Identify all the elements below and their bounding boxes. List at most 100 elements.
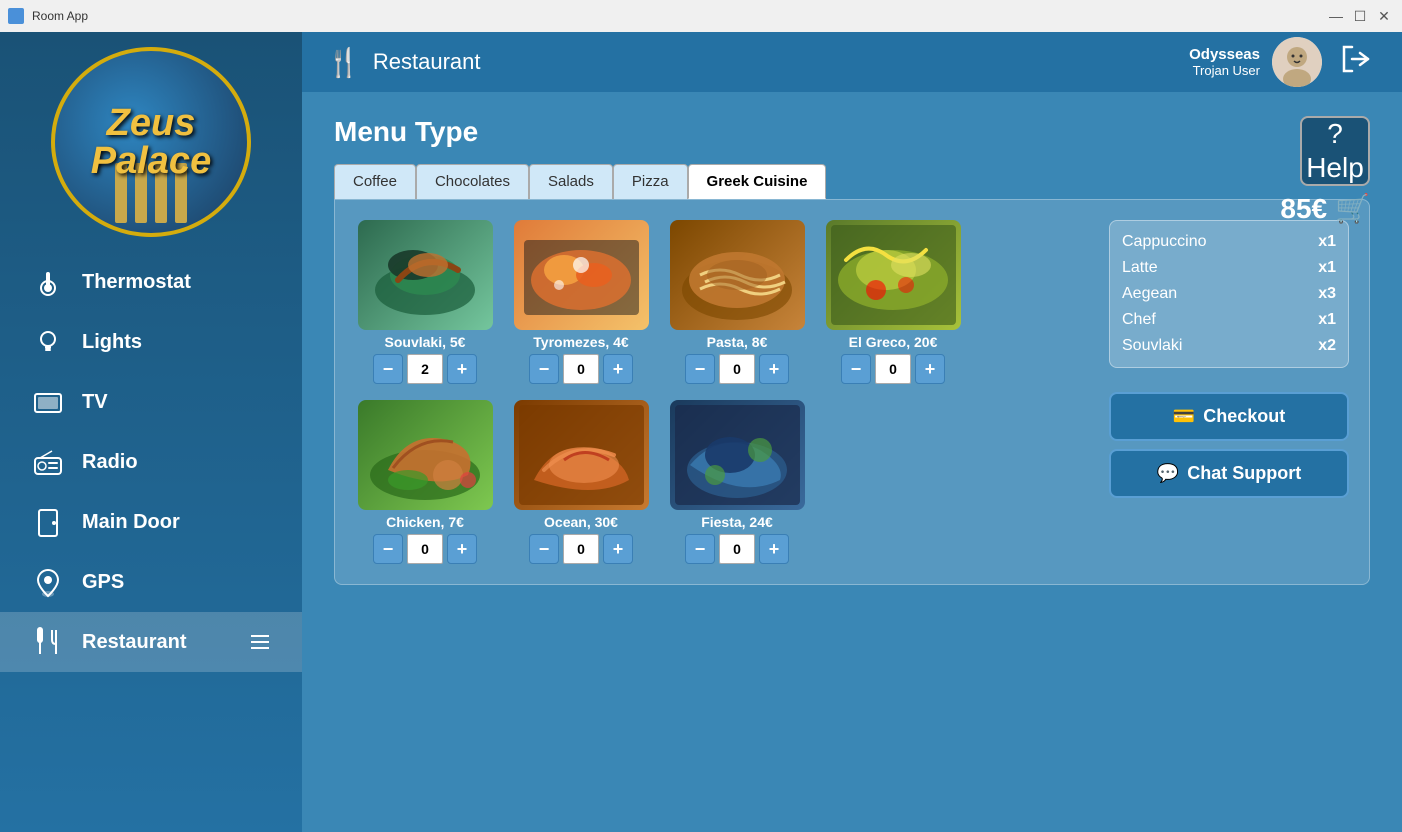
food-image-pasta xyxy=(670,220,805,330)
food-label-pasta: Pasta, 8€ xyxy=(707,334,768,350)
order-qty-souvlaki: x2 xyxy=(1318,337,1336,355)
menu-type-title: Menu Type xyxy=(334,116,1370,148)
food-item-elgreco: El Greco, 20€ − 0 + xyxy=(823,220,963,384)
food-item-tyromezes: Tyromezes, 4€ − 0 + xyxy=(511,220,651,384)
qty-decrease-chicken[interactable]: − xyxy=(373,534,403,564)
content-area: Menu Type ? Help 85€ 🛒 Coffee Chocolates… xyxy=(302,92,1402,832)
qty-control-chicken: − 0 + xyxy=(373,534,477,564)
help-button[interactable]: ? Help xyxy=(1300,116,1370,186)
qty-decrease-elgreco[interactable]: − xyxy=(841,354,871,384)
cart-total-value: 85€ xyxy=(1280,193,1327,225)
food-item-chicken: Chicken, 7€ − 0 + xyxy=(355,400,495,564)
tab-pizza[interactable]: Pizza xyxy=(613,164,688,199)
order-qty-aegean: x3 xyxy=(1318,285,1336,303)
sidebar-item-gps[interactable]: GPS xyxy=(0,552,302,612)
qty-increase-fiesta[interactable]: + xyxy=(759,534,789,564)
titlebar: Room App — ☐ ✕ xyxy=(0,0,1402,32)
sidebar-item-thermostat[interactable]: Thermostat xyxy=(0,252,302,312)
food-label-ocean: Ocean, 30€ xyxy=(544,514,618,530)
restaurant-icon xyxy=(30,624,66,660)
order-name-cappuccino: Cappuccino xyxy=(1122,233,1207,251)
food-image-chicken xyxy=(358,400,493,510)
sidebar: Zeus Palace Thermostat xyxy=(0,32,302,832)
checkout-button[interactable]: 💳 Checkout xyxy=(1109,392,1349,441)
user-info: Odysseas Trojan User xyxy=(1189,46,1260,78)
logo-area: Zeus Palace xyxy=(41,42,261,242)
thermostat-icon xyxy=(30,264,66,300)
restaurant-header-icon: 🍴 xyxy=(326,46,361,79)
tv-icon xyxy=(30,384,66,420)
cart-total: 85€ 🛒 xyxy=(1280,192,1370,225)
radio-icon xyxy=(30,444,66,480)
header-title: Restaurant xyxy=(373,49,481,75)
cart-icon: 🛒 xyxy=(1335,192,1370,225)
order-qty-cappuccino: x1 xyxy=(1318,233,1336,251)
close-button[interactable]: ✕ xyxy=(1374,6,1394,26)
qty-control-pasta: − 0 + xyxy=(685,354,789,384)
sidebar-item-tv[interactable]: TV xyxy=(0,372,302,432)
food-label-tyromezes: Tyromezes, 4€ xyxy=(533,334,628,350)
logo-circle: Zeus Palace xyxy=(51,47,251,237)
qty-decrease-pasta[interactable]: − xyxy=(685,354,715,384)
maindoor-icon xyxy=(30,504,66,540)
sidebar-item-radio[interactable]: Radio xyxy=(0,432,302,492)
qty-value-souvlaki: 2 xyxy=(407,354,443,384)
qty-increase-elgreco[interactable]: + xyxy=(915,354,945,384)
window-controls: — ☐ ✕ xyxy=(1326,6,1394,26)
food-image-ocean xyxy=(514,400,649,510)
order-qty-latte: x1 xyxy=(1318,259,1336,277)
user-name: Odysseas xyxy=(1189,46,1260,63)
sidebar-item-lights[interactable]: Lights xyxy=(0,312,302,372)
user-avatar xyxy=(1272,37,1322,87)
tab-salads[interactable]: Salads xyxy=(529,164,613,199)
order-name-latte: Latte xyxy=(1122,259,1158,277)
qty-increase-souvlaki[interactable]: + xyxy=(447,354,477,384)
action-buttons: 💳 Checkout 💬 Chat Support xyxy=(1109,392,1349,498)
qty-control-souvlaki: − 2 + xyxy=(373,354,477,384)
checkout-icon: 💳 xyxy=(1173,406,1195,427)
logout-button[interactable] xyxy=(1334,37,1378,88)
qty-increase-chicken[interactable]: + xyxy=(447,534,477,564)
food-item-souvlaki: Souvlaki, 5€ − 2 + xyxy=(355,220,495,384)
checkout-label: Checkout xyxy=(1203,406,1285,427)
order-row-souvlaki: Souvlaki x2 xyxy=(1122,337,1336,355)
qty-value-tyromezes: 0 xyxy=(563,354,599,384)
qty-value-ocean: 0 xyxy=(563,534,599,564)
tv-label: TV xyxy=(82,391,108,414)
app-icon xyxy=(8,8,24,24)
chat-icon: 💬 xyxy=(1157,463,1179,484)
header: 🍴 Restaurant Odysseas Trojan User xyxy=(302,32,1402,92)
qty-decrease-fiesta[interactable]: − xyxy=(685,534,715,564)
order-row-cappuccino: Cappuccino x1 xyxy=(1122,233,1336,251)
qty-control-elgreco: − 0 + xyxy=(841,354,945,384)
minimize-button[interactable]: — xyxy=(1326,6,1346,26)
qty-decrease-tyromezes[interactable]: − xyxy=(529,354,559,384)
food-item-fiesta: Fiesta, 24€ − 0 + xyxy=(667,400,807,564)
qty-value-chicken: 0 xyxy=(407,534,443,564)
sidebar-item-maindoor[interactable]: Main Door xyxy=(0,492,302,552)
qty-increase-ocean[interactable]: + xyxy=(603,534,633,564)
radio-label: Radio xyxy=(82,451,138,474)
food-item-ocean: Ocean, 30€ − 0 + xyxy=(511,400,651,564)
qty-decrease-ocean[interactable]: − xyxy=(529,534,559,564)
chat-support-button[interactable]: 💬 Chat Support xyxy=(1109,449,1349,498)
tab-coffee[interactable]: Coffee xyxy=(334,164,416,199)
maximize-button[interactable]: ☐ xyxy=(1350,6,1370,26)
help-question-icon: ? xyxy=(1327,118,1343,150)
food-image-tyromezes xyxy=(514,220,649,330)
header-right: Odysseas Trojan User xyxy=(1189,37,1378,88)
tab-greek-cuisine[interactable]: Greek Cuisine xyxy=(688,164,827,199)
food-image-elgreco xyxy=(826,220,961,330)
qty-increase-tyromezes[interactable]: + xyxy=(603,354,633,384)
order-row-chef: Chef x1 xyxy=(1122,311,1336,329)
menu-panel: Souvlaki, 5€ − 2 + xyxy=(334,199,1370,585)
qty-increase-pasta[interactable]: + xyxy=(759,354,789,384)
sidebar-item-restaurant[interactable]: Restaurant xyxy=(0,612,302,672)
food-label-elgreco: El Greco, 20€ xyxy=(849,334,938,350)
order-qty-chef: x1 xyxy=(1318,311,1336,329)
thermostat-label: Thermostat xyxy=(82,271,191,294)
tab-chocolates[interactable]: Chocolates xyxy=(416,164,529,199)
restaurant-label: Restaurant xyxy=(82,631,186,654)
qty-decrease-souvlaki[interactable]: − xyxy=(373,354,403,384)
qty-control-ocean: − 0 + xyxy=(529,534,633,564)
